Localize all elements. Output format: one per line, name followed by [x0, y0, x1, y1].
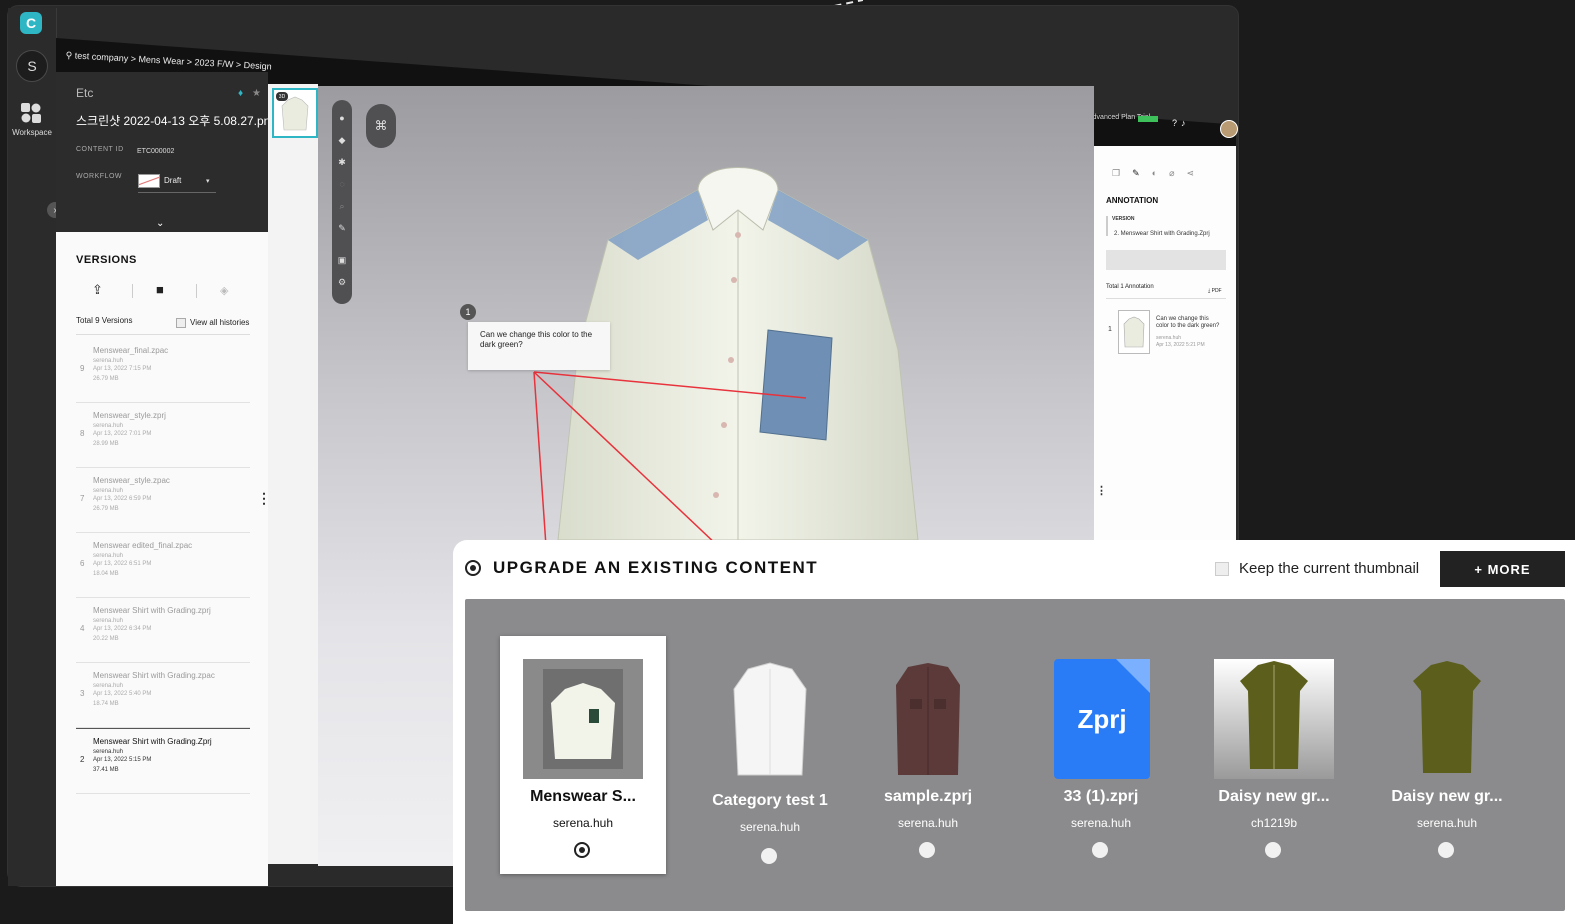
annotation-total: Total 1 Annotation: [1106, 284, 1154, 290]
notification-icon: ♪: [1181, 118, 1190, 128]
version-row[interactable]: 4 Menswear Shirt with Grading.zprj seren…: [76, 598, 250, 663]
content-thumbnail: [1214, 659, 1334, 779]
versions-title: VERSIONS: [76, 254, 137, 266]
content-card[interactable]: Category test 1 serena.huh: [687, 636, 853, 874]
panel-tab-icons[interactable]: ❐✎◐⌀⋖: [1112, 168, 1206, 179]
divider: [76, 334, 250, 335]
upgrade-title: UPGRADE AN EXISTING CONTENT: [493, 558, 819, 577]
versions-total: Total 9 Versions: [76, 316, 133, 325]
select-radio[interactable]: [1265, 842, 1281, 858]
select-radio[interactable]: [1438, 842, 1454, 858]
workflow-swatch: [138, 174, 160, 188]
divider: [196, 284, 197, 298]
keep-thumbnail-checkbox[interactable]: [1215, 562, 1229, 576]
content-card[interactable]: Daisy new gr... serena.huh: [1364, 636, 1530, 874]
pen-icon: ✎: [1132, 168, 1152, 178]
collapse-info-icon[interactable]: ⌄: [156, 218, 164, 229]
version-row[interactable]: 6 Menswear edited_final.zpac serena.huh …: [76, 533, 250, 598]
view-all-checkbox[interactable]: [176, 318, 186, 328]
panel-resize-handle[interactable]: ⋮: [1096, 484, 1107, 497]
pdf-download-button[interactable]: ⤓ PDF: [1208, 288, 1222, 294]
annotation-lines: [533, 371, 807, 546]
content-card[interactable]: sample.zprj serena.huh: [845, 636, 1011, 874]
help-icon: ?: [1172, 118, 1182, 128]
user-avatar[interactable]: S: [16, 50, 48, 82]
copy-icon: ❐: [1112, 168, 1133, 178]
thumbnail-strip: [268, 84, 318, 864]
annotation-pin[interactable]: 1: [460, 304, 476, 320]
version-name: 2. Menswear Shirt with Grading.Zprj: [1114, 231, 1210, 237]
side-rail: [8, 8, 57, 886]
divider: [132, 284, 133, 298]
divider: [1106, 298, 1226, 299]
annotation-thumbnail[interactable]: [1118, 310, 1150, 354]
attach-icon: ⌀: [1169, 168, 1187, 178]
content-thumbnail: [523, 659, 643, 779]
workflow-underline: [138, 192, 216, 193]
content-thumbnail: [1413, 661, 1481, 773]
version-label: VERSION: [1112, 216, 1135, 222]
annotation-item-number: 1: [1108, 326, 1112, 333]
annotation-note-text: Can we change this color to the dark gre…: [480, 330, 593, 349]
content-card[interactable]: Daisy new gr... ch1219b: [1191, 636, 1357, 874]
share-icon: ⋖: [1186, 168, 1207, 178]
upgrade-radio[interactable]: [465, 560, 481, 576]
annotation-title: ANNOTATION: [1106, 196, 1159, 205]
content-card-selected[interactable]: Menswear S... serena.huh: [500, 636, 666, 874]
content-filename: 스크린샷 2022-04-13 오후 5.08.27.png: [76, 114, 278, 128]
3d-badge: 3D: [276, 92, 288, 101]
content-thumbnail: [733, 662, 807, 776]
zprj-file-icon: Zprj: [1054, 659, 1150, 779]
bell-icon[interactable]: ♦: [238, 88, 243, 99]
workflow-label: WORKFLOW: [76, 173, 122, 180]
version-row[interactable]: 3 Menswear Shirt with Grading.zpac seren…: [76, 663, 250, 728]
version-row[interactable]: 8 Menswear_style.zprj serena.huh Apr 13,…: [76, 403, 250, 468]
more-button[interactable]: + MORE: [1440, 551, 1565, 587]
video-icon[interactable]: ■: [156, 282, 164, 297]
select-radio[interactable]: [761, 848, 777, 864]
upload-icon[interactable]: ⇪: [92, 282, 103, 298]
select-radio[interactable]: [574, 842, 590, 858]
annotation-item-user: serena.huh: [1156, 335, 1182, 341]
content-id-value: ETC000002: [137, 148, 175, 155]
star-icon[interactable]: ★: [252, 88, 261, 99]
version-row-active[interactable]: 2 Menswear Shirt with Grading.Zprj seren…: [76, 728, 250, 794]
content-id-label: CONTENT ID: [76, 146, 124, 153]
workspace-icon[interactable]: [20, 102, 42, 124]
header-icons[interactable]: ?♪: [1172, 118, 1190, 128]
annotation-item-text[interactable]: Can we change this color to the dark gre…: [1156, 316, 1222, 330]
select-radio[interactable]: [1092, 842, 1108, 858]
content-card[interactable]: Zprj 33 (1).zprj serena.huh: [1018, 636, 1184, 874]
profile-avatar[interactable]: [1220, 120, 1238, 138]
workspace-label[interactable]: Workspace: [8, 128, 56, 137]
color-icon: ◐: [1151, 168, 1170, 178]
annotation-item-date: Apr 13, 2022 5:21 PM: [1156, 342, 1205, 348]
view-all-label[interactable]: View all histories: [190, 318, 249, 327]
plan-progress: [1138, 116, 1158, 122]
version-accent: [1106, 216, 1108, 236]
select-radio[interactable]: [919, 842, 935, 858]
content-category: Etc: [76, 86, 94, 100]
version-row[interactable]: 9 Menswear_final.zpac serena.huh Apr 13,…: [76, 338, 250, 403]
app-logo[interactable]: C: [20, 12, 42, 34]
chevron-down-icon[interactable]: ▾: [206, 177, 210, 185]
version-row[interactable]: 7 Menswear_style.zpac serena.huh Apr 13,…: [76, 468, 250, 533]
keep-thumbnail-label[interactable]: Keep the current thumbnail: [1239, 560, 1419, 577]
garment-icon[interactable]: ◈: [220, 284, 228, 297]
content-thumbnail: [896, 663, 960, 775]
annotation-action-button[interactable]: [1106, 250, 1226, 270]
workflow-select[interactable]: Draft: [164, 176, 181, 185]
